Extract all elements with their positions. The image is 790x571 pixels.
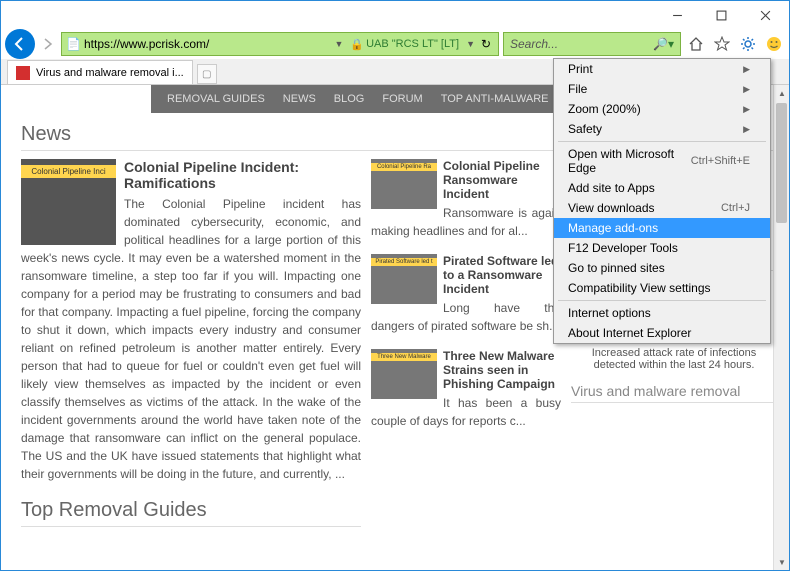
menu-item[interactable]: Safety ▶ <box>554 119 770 139</box>
snippet-body: It has been a busy couple of days for re… <box>371 394 561 430</box>
menu-item-label: Internet options <box>568 306 651 320</box>
side-heading-removal: Virus and malware removal <box>571 383 777 403</box>
submenu-arrow-icon: ▶ <box>743 64 750 75</box>
url-dropdown-icon[interactable]: ▼ <box>331 39 346 49</box>
vertical-scrollbar[interactable]: ▲ ▼ <box>773 85 789 570</box>
menu-item-label: Safety <box>568 122 602 136</box>
thumb-chip: Colonial Pipeline Inci <box>21 165 116 178</box>
menu-item[interactable]: Print ▶ <box>554 59 770 79</box>
menu-item-label: F12 Developer Tools <box>568 241 678 255</box>
smiley-button[interactable] <box>763 33 785 55</box>
submenu-arrow-icon: ▶ <box>743 104 750 115</box>
menu-item-label: Zoom (200%) <box>568 102 641 116</box>
browser-toolbar: 📄 ▼ 🔒 UAB "RCS LT" [LT] ▼ ↻ Search... 🔎▾ <box>1 29 789 59</box>
cert-text: UAB "RCS LT" [LT] <box>366 38 459 50</box>
menu-item-label: Go to pinned sites <box>568 261 665 275</box>
thumb-chip: Three New Malware <box>371 353 437 361</box>
submenu-arrow-icon: ▶ <box>743 84 750 95</box>
nav-item[interactable]: FORUM <box>382 93 422 105</box>
thumb-chip: Pirated Software led t <box>371 258 437 266</box>
menu-item-label: View downloads <box>568 201 655 215</box>
menu-item[interactable]: Add site to Apps <box>554 178 770 198</box>
menu-item-label: Compatibility View settings <box>568 281 711 295</box>
menu-item[interactable]: Compatibility View settings <box>554 278 770 298</box>
submenu-arrow-icon: ▶ <box>743 124 750 135</box>
window-titlebar <box>1 1 789 29</box>
back-button[interactable] <box>5 29 35 59</box>
scroll-thumb[interactable] <box>776 103 787 223</box>
maximize-button[interactable] <box>699 2 743 28</box>
nav-item[interactable]: TOP ANTI-MALWARE <box>441 93 549 105</box>
snippet-body: Long have the dangers of pirated softwar… <box>371 299 561 335</box>
snippet-thumb[interactable]: Colonial Pipeline Ra <box>371 159 437 209</box>
menu-item-label: Add site to Apps <box>568 181 655 195</box>
menu-item[interactable]: File ▶ <box>554 79 770 99</box>
menu-item[interactable]: About Internet Explorer <box>554 323 770 343</box>
nav-item[interactable]: REMOVAL GUIDES <box>167 93 265 105</box>
menu-item[interactable]: Zoom (200%) ▶ <box>554 99 770 119</box>
url-input[interactable] <box>84 37 331 51</box>
site-nav: REMOVAL GUIDES NEWS BLOG FORUM TOP ANTI-… <box>151 85 581 113</box>
refresh-button[interactable]: ↻ <box>478 37 494 51</box>
menu-item[interactable]: Go to pinned sites <box>554 258 770 278</box>
menu-item[interactable]: Manage add-ons <box>554 218 770 238</box>
tab-title: Virus and malware removal i... <box>36 67 184 79</box>
section-top-removal-heading: Top Removal Guides <box>21 499 361 527</box>
menu-item[interactable]: F12 Developer Tools <box>554 238 770 258</box>
tab-favicon <box>16 66 30 80</box>
featured-article: Colonial Pipeline Inci Colonial Pipeline… <box>21 159 361 535</box>
menu-item-label: About Internet Explorer <box>568 326 691 340</box>
menu-item[interactable]: View downloads Ctrl+J <box>554 198 770 218</box>
favorites-button[interactable] <box>711 33 733 55</box>
snippet-thumb[interactable]: Pirated Software led t <box>371 254 437 304</box>
menu-item-label: Manage add-ons <box>568 221 658 235</box>
snippet-thumb[interactable]: Three New Malware <box>371 349 437 399</box>
scroll-up-icon[interactable]: ▲ <box>774 85 790 101</box>
cert-badge[interactable]: 🔒 UAB "RCS LT" [LT] <box>350 38 459 51</box>
menu-item-label: Print <box>568 62 593 76</box>
forward-button[interactable] <box>39 31 57 57</box>
menu-item-shortcut: Ctrl+Shift+E <box>691 155 750 167</box>
search-placeholder: Search... <box>510 37 558 51</box>
snippet: Three New Malware Three New Malware Stra… <box>371 349 561 430</box>
close-button[interactable] <box>743 2 787 28</box>
menu-item-shortcut: Ctrl+J <box>721 202 750 214</box>
snippet: Pirated Software led t Pirated Software … <box>371 254 561 335</box>
article-thumb[interactable]: Colonial Pipeline Inci <box>21 159 116 245</box>
cert-dropdown-icon[interactable]: ▼ <box>463 39 478 49</box>
activity-note: Increased attack rate of infections dete… <box>571 347 777 371</box>
menu-item-label: File <box>568 82 587 96</box>
nav-item[interactable]: NEWS <box>283 93 316 105</box>
home-button[interactable] <box>685 33 707 55</box>
article-snippets-column: Colonial Pipeline Ra Colonial Pipeline R… <box>371 159 561 535</box>
minimize-button[interactable] <box>655 2 699 28</box>
site-favicon: 📄 <box>66 37 80 51</box>
scroll-down-icon[interactable]: ▼ <box>774 554 790 570</box>
new-tab-button[interactable]: ▢ <box>197 64 217 84</box>
snippet: Colonial Pipeline Ra Colonial Pipeline R… <box>371 159 561 240</box>
search-icon[interactable]: 🔎▾ <box>653 37 674 51</box>
tools-menu: Print ▶ File ▶ Zoom (200%) ▶ Safety ▶ Open with … <box>553 58 771 344</box>
menu-item-label: Open with Microsoft Edge <box>568 147 691 175</box>
thumb-chip: Colonial Pipeline Ra <box>371 163 437 171</box>
tools-button[interactable] <box>737 33 759 55</box>
tab-active[interactable]: Virus and malware removal i... <box>7 60 193 84</box>
search-box[interactable]: Search... 🔎▾ <box>503 32 681 56</box>
menu-item[interactable]: Open with Microsoft EdgeCtrl+Shift+E <box>554 144 770 178</box>
nav-item[interactable]: BLOG <box>334 93 365 105</box>
snippet-body: Ransomware is again making headlines and… <box>371 204 561 240</box>
menu-item[interactable]: Internet options <box>554 303 770 323</box>
address-bar[interactable]: 📄 ▼ 🔒 UAB "RCS LT" [LT] ▼ ↻ <box>61 32 499 56</box>
